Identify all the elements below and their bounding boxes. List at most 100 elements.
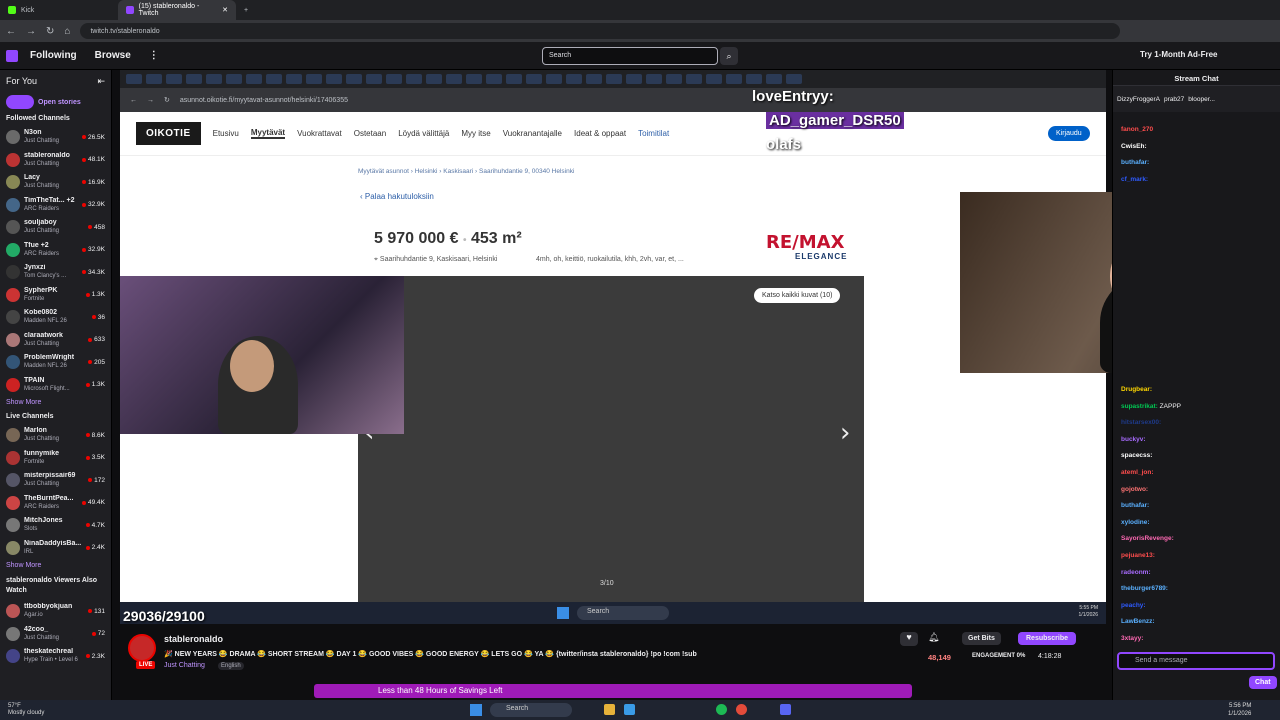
followed-item[interactable]: N3on Just Chatting 26.5K bbox=[0, 126, 111, 149]
chat-message[interactable]: theburger6789: bbox=[1121, 585, 1168, 592]
followed-item[interactable]: TimTheTat... +2 ARC Raiders 32.9K bbox=[0, 194, 111, 217]
chat-message[interactable]: radeonm: bbox=[1121, 569, 1151, 576]
back-arrow-icon[interactable]: ← bbox=[6, 26, 16, 37]
more-icon[interactable]: ⋮ bbox=[149, 50, 159, 61]
chat-message[interactable]: buckyv: bbox=[1121, 436, 1146, 443]
new-tab-button[interactable]: + bbox=[236, 0, 256, 20]
followed-item[interactable]: souljaboy Just Chatting 458 bbox=[0, 216, 111, 239]
chat-message[interactable]: fanon_270 bbox=[1121, 126, 1153, 133]
forward-arrow-icon[interactable]: → bbox=[26, 26, 36, 37]
browse-link[interactable]: Browse bbox=[95, 50, 131, 61]
chat-message[interactable]: peachy: bbox=[1121, 602, 1146, 609]
show-more-live[interactable]: Show More bbox=[0, 559, 111, 572]
chat-username[interactable]: buthafar: bbox=[1121, 502, 1149, 509]
promo-banner[interactable]: Less than 48 Hours of Savings Left bbox=[314, 684, 912, 698]
chat-username[interactable]: CwisEh: bbox=[1121, 143, 1147, 150]
follow-heart-icon[interactable]: ♥ bbox=[900, 632, 918, 646]
search-input[interactable]: Search bbox=[542, 47, 718, 65]
following-link[interactable]: Following bbox=[30, 50, 77, 61]
twitch-logo-icon[interactable] bbox=[6, 49, 18, 62]
live-item[interactable]: NinaDaddyisBa... IRL 2.4K bbox=[0, 537, 111, 560]
chat-message[interactable]: buthafar: bbox=[1121, 159, 1149, 166]
chat-message[interactable]: buthafar: bbox=[1121, 502, 1149, 509]
also_watch-item[interactable]: theskatechreal Hype Train • Level 6 2.3K bbox=[0, 645, 111, 668]
chat-username[interactable]: peachy: bbox=[1121, 602, 1146, 609]
followed-item[interactable]: ProblemWright Madden NFL 26 205 bbox=[0, 351, 111, 374]
chat-username[interactable]: spacecss: bbox=[1121, 452, 1152, 459]
chat-message[interactable]: supastrikat: ZAPPP bbox=[1121, 403, 1181, 410]
show-more-followed[interactable]: Show More bbox=[0, 396, 111, 409]
open-stories-link[interactable]: Open stories bbox=[38, 99, 81, 106]
streamer-avatar[interactable] bbox=[128, 634, 156, 662]
close-icon[interactable]: ✕ bbox=[222, 6, 228, 14]
chat-username[interactable]: gojotwo: bbox=[1121, 486, 1148, 493]
chat-username[interactable]: Drugbear: bbox=[1121, 386, 1152, 393]
chat-message[interactable]: gojotwo: bbox=[1121, 486, 1148, 493]
notification-bell-icon[interactable]: 🔔︎ bbox=[928, 632, 939, 643]
followed-item[interactable]: claraatwork Just Chatting 633 bbox=[0, 329, 111, 352]
chat-message[interactable]: cf_mark: bbox=[1121, 176, 1148, 183]
chat-username[interactable]: pejuane13: bbox=[1121, 552, 1155, 559]
chat-username[interactable]: ateml_jon: bbox=[1121, 469, 1154, 476]
chat-send-button[interactable]: Chat bbox=[1249, 676, 1277, 689]
chat-message[interactable]: pejuane13: bbox=[1121, 552, 1155, 559]
followed-item[interactable]: Kobe0802 Madden NFL 26 36 bbox=[0, 306, 111, 329]
app-icon[interactable] bbox=[624, 704, 635, 715]
chat-username[interactable]: buthafar: bbox=[1121, 159, 1149, 166]
language-tag[interactable]: English bbox=[218, 662, 244, 670]
live-item[interactable]: TheBurntPea... ARC Raiders 49.4K bbox=[0, 492, 111, 515]
also_watch-item[interactable]: 42coo_ Just Chatting 72 bbox=[0, 623, 111, 646]
chat-message[interactable]: hitstarsex00: bbox=[1121, 419, 1161, 426]
spotify-icon[interactable] bbox=[716, 704, 727, 715]
chat-username[interactable]: LawBenzz: bbox=[1121, 618, 1155, 625]
live-item[interactable]: funnymike Fortnite 3.5K bbox=[0, 447, 111, 470]
get-bits-button[interactable]: Get Bits bbox=[962, 632, 1001, 645]
chat-message[interactable]: ateml_jon: bbox=[1121, 469, 1154, 476]
live-item[interactable]: Marlon Just Chatting 8.6K bbox=[0, 424, 111, 447]
streamer-name[interactable]: stableronaldo bbox=[164, 634, 223, 644]
chat-message[interactable]: 3xtayy: bbox=[1121, 635, 1143, 642]
search-icon[interactable]: ⌕ bbox=[720, 47, 738, 65]
chat-username[interactable]: fanon_270 bbox=[1121, 126, 1153, 133]
url-field[interactable]: twitch.tv/stableronaldo bbox=[80, 23, 1121, 39]
followed-item[interactable]: Jynxzi Tom Clancy's ... 34.3K bbox=[0, 261, 111, 284]
top-user-2[interactable]: prab27 bbox=[1164, 96, 1184, 103]
chat-username[interactable]: 3xtayy: bbox=[1121, 635, 1143, 642]
chat-username[interactable]: cf_mark: bbox=[1121, 176, 1148, 183]
chat-message[interactable]: SayorisRevenge: bbox=[1121, 535, 1174, 542]
resubscribe-button[interactable]: Resubscribe bbox=[1018, 632, 1077, 645]
followed-item[interactable]: SypherPK Fortnite 1.3K bbox=[0, 284, 111, 307]
file-explorer-icon[interactable] bbox=[604, 704, 615, 715]
live-item[interactable]: misterpissair69 Just Chatting 172 bbox=[0, 469, 111, 492]
chat-username[interactable]: theburger6789: bbox=[1121, 585, 1168, 592]
collapse-icon[interactable]: ⇤ bbox=[97, 76, 105, 87]
chat-input[interactable]: Send a message bbox=[1117, 652, 1275, 670]
live-item[interactable]: MitchJones Slots 4.7K bbox=[0, 514, 111, 537]
discord-icon[interactable] bbox=[780, 704, 791, 715]
chat-username[interactable]: buckyv: bbox=[1121, 436, 1146, 443]
chat-username[interactable]: SayorisRevenge: bbox=[1121, 535, 1174, 542]
home-icon[interactable]: ⌂ bbox=[64, 26, 70, 37]
chat-username[interactable]: xylodine: bbox=[1121, 519, 1150, 526]
chrome-icon[interactable] bbox=[736, 704, 747, 715]
followed-item[interactable]: Tfue +2 ARC Raiders 32.9K bbox=[0, 239, 111, 262]
chat-username[interactable]: supastrikat: bbox=[1121, 403, 1158, 410]
followed-item[interactable]: TPAIN Microsoft Flight... 1.3K bbox=[0, 374, 111, 397]
stories-avatars[interactable] bbox=[6, 95, 34, 109]
chat-message[interactable]: Drugbear: bbox=[1121, 386, 1152, 393]
chat-username[interactable]: radeonm: bbox=[1121, 569, 1151, 576]
reload-icon[interactable]: ↻ bbox=[46, 26, 54, 37]
top-user-3[interactable]: blooper... bbox=[1188, 96, 1215, 103]
chat-message[interactable]: LawBenzz: bbox=[1121, 618, 1155, 625]
tab-twitch[interactable]: (15) stableronaldo - Twitch ✕ bbox=[118, 0, 236, 20]
top-user-1[interactable]: DizzyFroggerA bbox=[1117, 96, 1160, 103]
tab-kick[interactable]: Kick bbox=[0, 0, 118, 20]
followed-item[interactable]: stableronaldo Just Chatting 48.1K bbox=[0, 149, 111, 172]
ad-free-button[interactable]: Try 1-Month Ad-Free bbox=[1140, 50, 1217, 59]
taskbar-search[interactable]: Search bbox=[490, 703, 572, 717]
chat-message[interactable]: CwisEh: bbox=[1121, 143, 1147, 150]
chat-username[interactable]: hitstarsex00: bbox=[1121, 419, 1161, 426]
followed-item[interactable]: Lacy Just Chatting 16.9K bbox=[0, 171, 111, 194]
also_watch-item[interactable]: ttbobbyokjuan Agar.io 131 bbox=[0, 600, 111, 623]
start-icon[interactable] bbox=[470, 704, 482, 716]
